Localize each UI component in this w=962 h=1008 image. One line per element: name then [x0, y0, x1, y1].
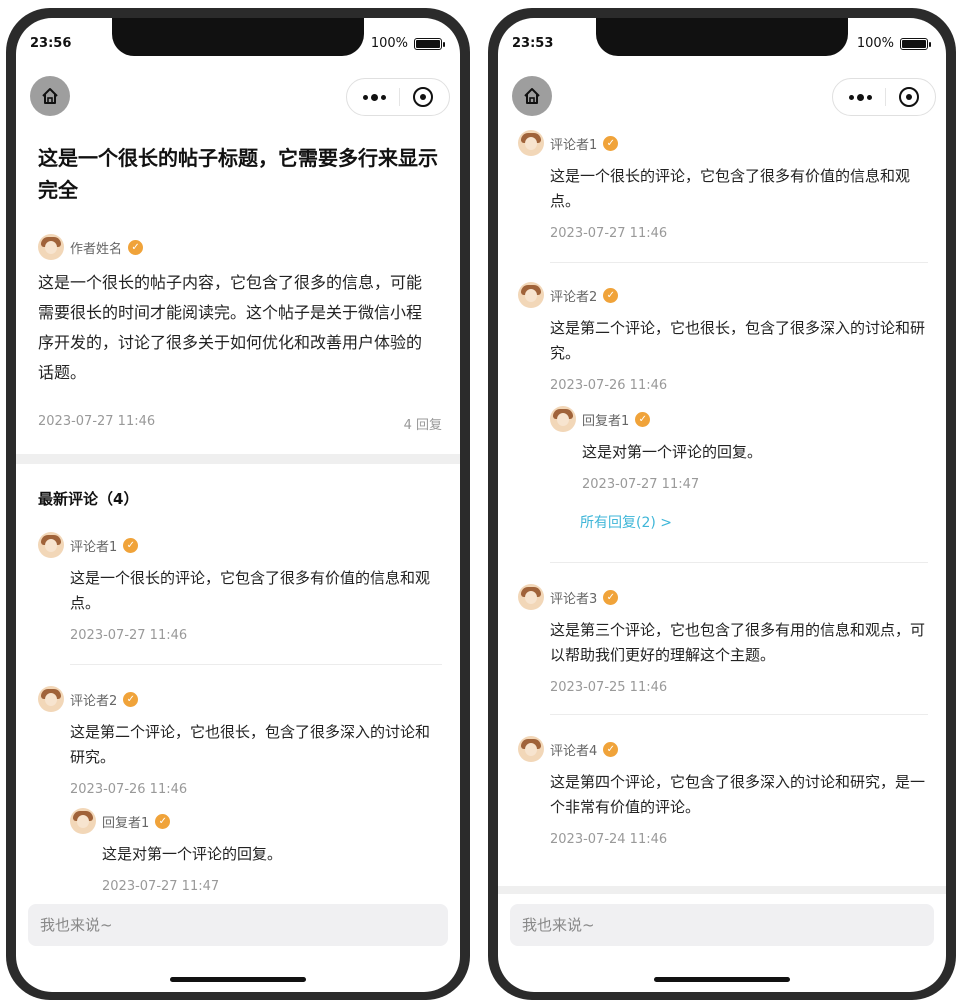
- comment-time: 2023-07-25 11:46: [550, 680, 668, 695]
- avatar[interactable]: [38, 686, 64, 712]
- home-icon: [42, 88, 58, 104]
- replier-name: 回复者1: [582, 413, 630, 429]
- comment-input[interactable]: 我也来说~: [510, 904, 934, 946]
- capsule-divider: [398, 88, 400, 106]
- comment-time: 2023-07-26 11:46: [70, 782, 188, 797]
- commenter-name: 评论者4: [550, 743, 598, 759]
- reply-item: 回复者1 ✓ 这是对第一个评论的回复。 2023-07-27 11:47: [550, 406, 926, 492]
- battery-icon: [900, 37, 931, 50]
- screen-right: 23:53 100% 评论者1 ✓ 这是一个很长的评论，它包含了很多有价值的信息…: [498, 18, 946, 992]
- target-close-icon[interactable]: [412, 87, 433, 107]
- author-name: 作者姓名: [70, 241, 123, 257]
- status-battery: 100%: [856, 36, 931, 51]
- commenter-name: 评论者2: [550, 289, 598, 305]
- verified-badge-icon: ✓: [123, 691, 139, 707]
- phone-right: 23:53 100% 评论者1 ✓ 这是一个很长的评论，它包含了很多有价值的信息…: [488, 8, 956, 1000]
- reply-time: 2023-07-27 11:47: [582, 477, 700, 492]
- verified-badge-icon: ✓: [603, 741, 619, 757]
- nav-row: [498, 76, 946, 118]
- comment-divider: [70, 664, 442, 665]
- home-button[interactable]: [512, 76, 552, 116]
- notch: [112, 18, 364, 56]
- home-icon: [524, 88, 540, 104]
- comment-divider: [550, 714, 928, 715]
- section-separator: [498, 886, 946, 894]
- comment-text: 这是第四个评论，它包含了很多深入的讨论和研究，是一个非常有价值的评论。: [550, 773, 926, 816]
- post-meta: 2023-07-27 11:46 4 回复: [38, 414, 442, 433]
- all-replies-link[interactable]: 所有回复(2) >: [580, 512, 672, 532]
- post-title: 这是一个很长的帖子标题，它需要多行来显示完全: [38, 146, 438, 202]
- home-button[interactable]: [30, 76, 70, 116]
- post-content: 这是一个很长的帖子内容，它包含了很多的信息，可能需要很长的时间才能阅读完。这个帖…: [38, 273, 423, 382]
- avatar[interactable]: [38, 234, 64, 260]
- target-close-icon[interactable]: [898, 87, 919, 107]
- status-battery: 100%: [370, 36, 445, 51]
- comment-time: 2023-07-26 11:46: [550, 378, 668, 393]
- avatar[interactable]: [550, 406, 576, 432]
- reply-text: 这是对第一个评论的回复。: [582, 443, 763, 461]
- commenter-name: 评论者1: [70, 539, 118, 555]
- reply-count[interactable]: 4 回复: [404, 414, 442, 433]
- comment-divider: [550, 562, 928, 563]
- home-indicator: [654, 977, 790, 982]
- verified-badge-icon: ✓: [603, 135, 619, 151]
- comment-input[interactable]: 我也来说~: [28, 904, 448, 946]
- capsule-divider: [884, 88, 886, 106]
- comment-item: 评论者3 ✓ 这是第三个评论，它也包含了很多有用的信息和观点，可以帮助我们更好的…: [518, 584, 926, 695]
- commenter-name: 评论者2: [70, 693, 118, 709]
- comment-text: 这是一个很长的评论，它包含了很多有价值的信息和观点。: [550, 167, 911, 210]
- verified-badge-icon: ✓: [603, 287, 619, 303]
- comment-divider: [550, 262, 928, 263]
- comment-time: 2023-07-24 11:46: [550, 832, 668, 847]
- comment-text: 这是第二个评论，它也很长，包含了很多深入的讨论和研究。: [550, 319, 926, 362]
- avatar[interactable]: [518, 736, 544, 762]
- comment-text: 这是一个很长的评论，它包含了很多有价值的信息和观点。: [70, 569, 431, 612]
- battery-percent: 100%: [856, 36, 894, 51]
- more-dots-icon[interactable]: [363, 93, 387, 101]
- phone-left: 23:56 100% 这是一个很长的帖子标题，它需要多行来显示完全 作者姓名 ✓…: [6, 8, 470, 1000]
- comment-item: 评论者1 ✓ 这是一个很长的评论，它包含了很多有价值的信息和观点。 2023-0…: [38, 532, 440, 643]
- verified-badge-icon: ✓: [123, 537, 139, 553]
- post-author: 作者姓名 ✓: [38, 234, 144, 260]
- more-dots-icon[interactable]: [849, 93, 873, 101]
- home-indicator: [170, 977, 306, 982]
- battery-icon: [414, 37, 445, 50]
- reply-time: 2023-07-27 11:47: [102, 879, 220, 894]
- avatar[interactable]: [38, 532, 64, 558]
- comment-time: 2023-07-27 11:46: [550, 226, 668, 241]
- screen-left: 23:56 100% 这是一个很长的帖子标题，它需要多行来显示完全 作者姓名 ✓…: [16, 18, 460, 992]
- notch: [596, 18, 848, 56]
- reply-text: 这是对第一个评论的回复。: [102, 845, 283, 863]
- verified-badge-icon: ✓: [635, 411, 651, 427]
- mini-program-capsule: [832, 78, 936, 116]
- verified-badge-icon: ✓: [155, 813, 171, 829]
- avatar[interactable]: [518, 584, 544, 610]
- comment-time: 2023-07-27 11:46: [70, 628, 188, 643]
- comment-item: 评论者1 ✓ 这是一个很长的评论，它包含了很多有价值的信息和观点。 2023-0…: [518, 130, 926, 241]
- comment-item: 评论者2 ✓ 这是第二个评论，它也很长，包含了很多深入的讨论和研究。 2023-…: [518, 282, 926, 393]
- reply-item: 回复者1 ✓ 这是对第一个评论的回复。 2023-07-27 11:47: [70, 808, 440, 894]
- avatar[interactable]: [70, 808, 96, 834]
- nav-row: [16, 76, 460, 118]
- comments-section-title: 最新评论（4）: [38, 490, 139, 508]
- commenter-name: 评论者3: [550, 591, 598, 607]
- status-time: 23:56: [30, 36, 72, 51]
- avatar[interactable]: [518, 130, 544, 156]
- status-time: 23:53: [512, 36, 554, 51]
- verified-badge-icon: ✓: [128, 239, 144, 255]
- avatar[interactable]: [518, 282, 544, 308]
- comment-item: 评论者4 ✓ 这是第四个评论，它包含了很多深入的讨论和研究，是一个非常有价值的评…: [518, 736, 926, 847]
- battery-percent: 100%: [370, 36, 408, 51]
- mini-program-capsule: [346, 78, 450, 116]
- commenter-name: 评论者1: [550, 137, 598, 153]
- replier-name: 回复者1: [102, 815, 150, 831]
- post-date: 2023-07-27 11:46: [38, 414, 156, 429]
- comment-item: 评论者2 ✓ 这是第二个评论，它也很长，包含了很多深入的讨论和研究。 2023-…: [38, 686, 440, 797]
- comment-text: 这是第三个评论，它也包含了很多有用的信息和观点，可以帮助我们更好的理解这个主题。: [550, 621, 926, 664]
- section-separator: [16, 454, 460, 464]
- comment-text: 这是第二个评论，它也很长，包含了很多深入的讨论和研究。: [70, 723, 431, 766]
- verified-badge-icon: ✓: [603, 589, 619, 605]
